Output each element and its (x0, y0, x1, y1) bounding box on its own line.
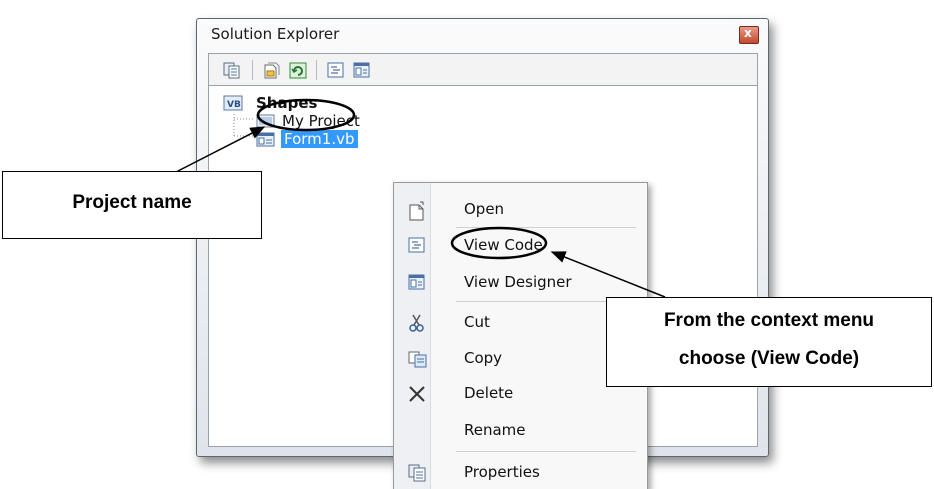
callout-context-menu: From the context menu choose (View Code) (606, 297, 932, 387)
annotation-overlay (175, 98, 666, 298)
callout-context-line1: From the context menu (663, 310, 875, 331)
callout-project-name-text: Project name (72, 192, 192, 213)
screenshot-stage: Solution Explorer x VB Shapes My Project… (0, 0, 934, 489)
highlight-ellipse-project (256, 98, 356, 132)
arrow-project-name (175, 126, 266, 173)
arrow-view-code (550, 251, 666, 298)
highlight-ellipse-view-code (450, 226, 548, 260)
callout-project-name: Project name (2, 171, 262, 239)
callout-context-line2: choose (View Code) (678, 348, 860, 369)
